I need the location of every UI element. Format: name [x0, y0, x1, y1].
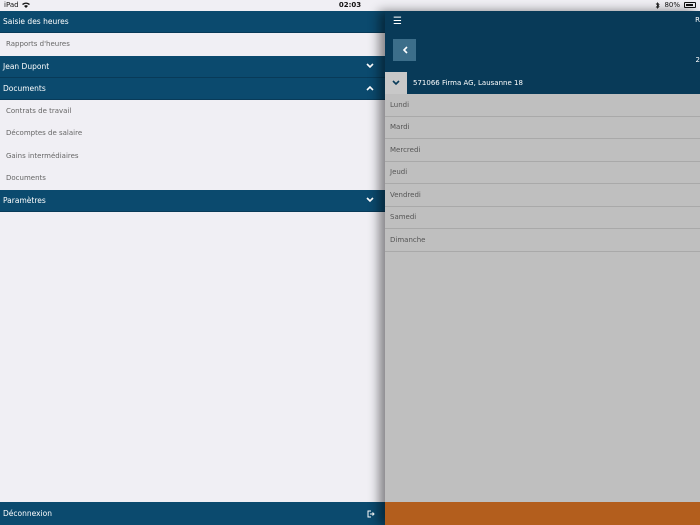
logout-icon [367, 510, 375, 517]
status-time: 02:03 [338, 1, 362, 9]
main-header: ☰ R 2 571066 Firma AG, Lausanne 18 [385, 11, 700, 94]
firm-label: 571066 Firma AG, Lausanne 18 [413, 79, 523, 87]
logout-button[interactable]: Déconnexion [0, 502, 385, 525]
chevron-left-icon [402, 46, 408, 54]
battery-icon [684, 2, 696, 8]
menu-item-label: Gains intermédiaires [6, 151, 79, 160]
hamburger-menu-icon[interactable]: ☰ [393, 16, 402, 27]
menu-section-user[interactable]: Jean Dupont [0, 55, 385, 78]
menu-item-salary-statements[interactable]: Décomptes de salaire [0, 122, 385, 145]
chevron-down-icon [365, 195, 375, 205]
chevron-up-icon [365, 83, 375, 93]
day-row-friday[interactable]: Vendredi [385, 184, 700, 207]
header-value-fragment: 2 [695, 56, 700, 64]
menu-item-time-entry[interactable]: Saisie des heures [0, 11, 385, 33]
day-row-monday[interactable]: Lundi [385, 94, 700, 117]
menu-item-documents[interactable]: Documents [0, 167, 385, 190]
day-row-thursday[interactable]: Jeudi [385, 162, 700, 184]
battery-percent: 80% [664, 1, 680, 9]
status-bar: iPad 02:03 80% [0, 0, 700, 11]
logout-label: Déconnexion [3, 509, 52, 518]
day-label: Dimanche [390, 235, 426, 244]
day-row-sunday[interactable]: Dimanche [385, 229, 700, 252]
action-footer-bar[interactable] [385, 502, 700, 525]
menu-item-label: Saisie des heures [3, 17, 69, 26]
section-label: Paramètres [3, 195, 46, 205]
section-label: Documents [3, 83, 46, 93]
menu-section-documents[interactable]: Documents [0, 77, 385, 100]
firm-toggle[interactable] [385, 72, 407, 94]
day-row-saturday[interactable]: Samedi [385, 207, 700, 229]
day-row-wednesday[interactable]: Mercredi [385, 139, 700, 162]
menu-item-interim-earnings[interactable]: Gains intermédiaires [0, 144, 385, 167]
day-label: Samedi [390, 213, 417, 222]
chevron-down-icon [392, 80, 400, 86]
menu-item-reports[interactable]: Rapports d'heures [0, 33, 385, 56]
main-panel: ☰ R 2 571066 Firma AG, Lausanne 18 Lundi… [385, 11, 700, 525]
day-label: Mercredi [390, 145, 421, 154]
menu-section-settings[interactable]: Paramètres [0, 189, 385, 212]
menu-item-label: Décomptes de salaire [6, 129, 83, 138]
menu-item-label: Contrats de travail [6, 106, 72, 115]
menu-item-work-contracts[interactable]: Contrats de travail [0, 99, 385, 122]
header-title-fragment: R [695, 16, 700, 24]
user-name: Jean Dupont [3, 61, 50, 71]
day-label: Jeudi [390, 168, 408, 177]
day-row-tuesday[interactable]: Mardi [385, 117, 700, 139]
side-menu: Saisie des heures Rapports d'heures Jean… [0, 11, 385, 525]
firm-selector[interactable]: 571066 Firma AG, Lausanne 18 [385, 72, 700, 94]
chevron-down-icon [365, 61, 375, 71]
back-button[interactable] [393, 39, 416, 61]
day-label: Vendredi [390, 190, 421, 199]
menu-item-label: Documents [6, 174, 46, 183]
menu-item-label: Rapports d'heures [6, 40, 70, 49]
bluetooth-icon [656, 1, 661, 9]
day-label: Mardi [390, 123, 410, 132]
day-label: Lundi [390, 100, 410, 109]
day-list: Lundi Mardi Mercredi Jeudi Vendredi Same… [385, 94, 700, 252]
